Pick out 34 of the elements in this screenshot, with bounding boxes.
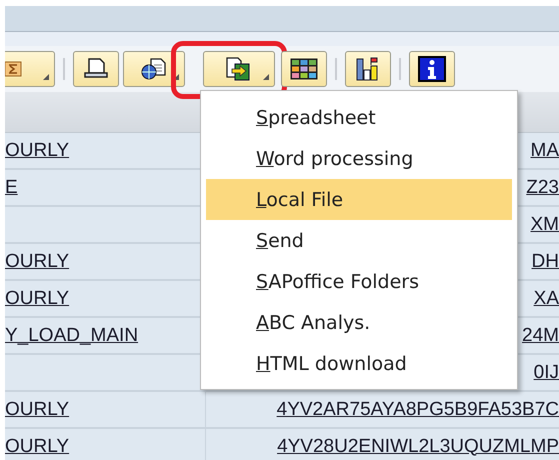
table-cell-link[interactable]: Y_LOAD_MAIN (5, 324, 138, 346)
table-cell-link[interactable]: E (5, 176, 18, 198)
table-cell-link[interactable]: OURLY (5, 140, 70, 162)
table-cell-link[interactable]: 0IJ (534, 362, 559, 384)
toolbar-button[interactable] (123, 51, 185, 87)
menu-item[interactable]: HTML download (206, 343, 512, 384)
table-cell-link[interactable]: DH (532, 250, 559, 272)
table-cell-link[interactable]: OURLY (5, 250, 70, 272)
table-cell-link[interactable]: XM (530, 214, 559, 236)
menu-item[interactable]: Send (206, 220, 512, 261)
menu-item[interactable]: Local File (206, 179, 512, 220)
table-cell-link[interactable]: MA (530, 140, 559, 162)
table-cell-link[interactable]: OURLY (5, 288, 70, 310)
toolbar-button[interactable] (281, 51, 327, 87)
table-cell-link[interactable]: Z23 (526, 176, 559, 198)
info-icon (418, 56, 446, 82)
toolbar-button[interactable] (203, 51, 275, 87)
grid-icon (290, 58, 318, 80)
menu-item[interactable]: SAPoffice Folders (206, 261, 512, 302)
toolbar-button[interactable] (5, 51, 55, 87)
table-cell-link[interactable]: 4YV2AR75AYA8PG5B9FA53B7C (276, 398, 559, 420)
table-cell-link[interactable]: XA (534, 288, 559, 310)
toolbar-button[interactable] (345, 51, 391, 87)
menu-item[interactable]: Spreadsheet (206, 97, 512, 138)
toolbar-button[interactable] (73, 51, 119, 87)
menu-item[interactable]: ABC Analys. (206, 302, 512, 343)
document-globe-icon (140, 57, 168, 81)
table-cell-link[interactable]: OURLY (5, 436, 70, 458)
table-cell-link[interactable]: 4YV28U2ENIWL2L3UQUZMLMP (277, 436, 559, 458)
table-cell-link[interactable]: 24M (522, 324, 559, 346)
toolbar-button[interactable] (409, 51, 455, 87)
printer-icon (83, 57, 109, 81)
menu-item[interactable]: Word processing (206, 138, 512, 179)
table-cell-link[interactable]: OURLY (5, 398, 70, 420)
